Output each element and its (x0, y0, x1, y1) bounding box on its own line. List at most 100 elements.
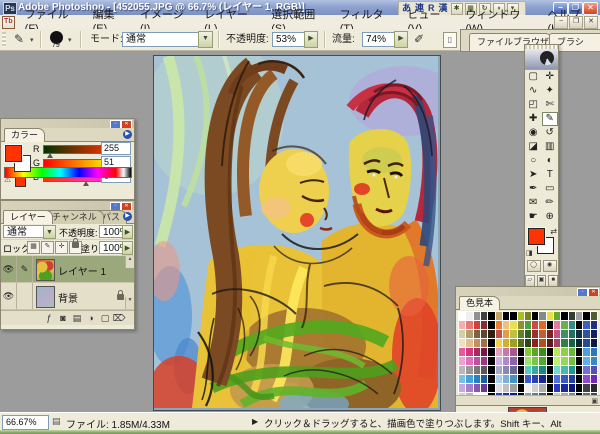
swatch-chip[interactable] (568, 366, 576, 374)
notes-tool[interactable]: ✉ (525, 196, 542, 210)
swatch-chip[interactable] (524, 339, 532, 347)
swatch-chip[interactable] (568, 321, 576, 329)
swatch-chip[interactable] (488, 330, 495, 338)
swatch-chip[interactable] (590, 384, 597, 392)
swatch-chip[interactable] (576, 375, 583, 383)
swatch-chip[interactable] (495, 384, 502, 392)
swatch-chip[interactable] (583, 366, 590, 374)
swatch-chip[interactable] (576, 330, 583, 338)
marquee-tool[interactable]: ▢ (525, 70, 542, 84)
swatch-chip[interactable] (539, 321, 546, 329)
swatch-chip[interactable] (473, 366, 480, 374)
zoom-level-input[interactable]: 66.67% (2, 415, 49, 430)
swatch-chip[interactable] (546, 321, 554, 329)
swatch-chip[interactable] (524, 330, 532, 338)
toolbox-foreground-swatch[interactable] (527, 227, 546, 246)
swatch-chip[interactable] (546, 312, 554, 320)
color-panel-titlebar[interactable]: ▫ ✕ (1, 119, 134, 129)
path-select-tool[interactable]: ➤ (525, 168, 542, 182)
swatch-chip[interactable] (532, 375, 539, 383)
layer-thumbnail[interactable] (36, 286, 55, 308)
swatch-chip[interactable] (561, 321, 568, 329)
brush-tool-dropdown-icon[interactable]: ▾ (30, 36, 34, 44)
swatch-chip[interactable] (546, 357, 554, 365)
status-doc-icon[interactable]: ▤ (52, 416, 61, 427)
swatch-chip[interactable] (488, 357, 495, 365)
swatch-chip[interactable] (480, 330, 488, 338)
swatch-chip[interactable] (517, 330, 524, 338)
swatch-chip[interactable] (554, 366, 561, 374)
swatch-chip[interactable] (502, 312, 510, 320)
brush-tool[interactable]: ✎ (541, 112, 558, 126)
color-panel-menu-icon[interactable]: ▶ (123, 130, 132, 139)
swatch-chip[interactable] (539, 339, 546, 347)
blend-mode-arrow-icon[interactable]: ▼ (198, 31, 213, 48)
flow-input[interactable]: 74% (362, 32, 397, 47)
hand-tool[interactable]: ☛ (525, 210, 542, 224)
swatch-chip[interactable] (546, 330, 554, 338)
adjustment-layer-icon[interactable]: ◑ (84, 311, 98, 325)
swatch-chip[interactable] (590, 366, 597, 374)
swatch-chip[interactable] (546, 384, 554, 392)
magic-wand-tool[interactable]: ✦ (542, 84, 559, 98)
swatch-chip[interactable] (459, 339, 466, 347)
swatch-chip[interactable] (459, 366, 466, 374)
file-size-info[interactable]: ファイル: 1.85M/4.33M (66, 416, 170, 431)
layer-scroll-down-icon[interactable]: ▼ (125, 297, 134, 309)
swatch-chip[interactable] (590, 357, 597, 365)
standard-mode-button[interactable]: ◯ (526, 260, 541, 272)
crop-tool[interactable]: ◰ (525, 98, 542, 112)
swatch-chip[interactable] (590, 330, 597, 338)
swatch-chip[interactable] (524, 375, 532, 383)
swatch-chip[interactable] (459, 357, 466, 365)
layer-link-icon[interactable] (17, 283, 33, 309)
swatch-chip[interactable] (466, 330, 473, 338)
swatch-chip[interactable] (546, 375, 554, 383)
swatch-chip[interactable] (554, 321, 561, 329)
swatch-chip[interactable] (510, 348, 517, 356)
options-grip[interactable] (2, 32, 6, 47)
swatch-chip[interactable] (532, 312, 539, 320)
swatch-chip[interactable] (554, 348, 561, 356)
swatch-chip[interactable] (466, 348, 473, 356)
swatch-chip[interactable] (466, 321, 473, 329)
dodge-tool[interactable]: ◐ (542, 154, 559, 168)
swatch-chip[interactable] (576, 312, 583, 320)
swatch-chip[interactable] (473, 357, 480, 365)
gradient-tool[interactable]: ▥ (542, 140, 559, 154)
layer-style-icon[interactable]: ƒ (42, 311, 56, 325)
swatch-chip[interactable] (568, 375, 576, 383)
brush-preset-dropdown-icon[interactable]: ▾ (68, 36, 72, 44)
swatch-chip[interactable] (583, 321, 590, 329)
swatch-chip[interactable] (473, 321, 480, 329)
swatch-chip[interactable] (524, 384, 532, 392)
swatch-chip[interactable] (480, 312, 488, 320)
opacity-slider-arrow-icon[interactable]: ▶ (304, 31, 318, 48)
swatch-chip[interactable] (583, 357, 590, 365)
lock-transparency-icon[interactable]: ▦ (27, 241, 40, 254)
swatch-chip[interactable] (561, 357, 568, 365)
swatch-chip[interactable] (576, 348, 583, 356)
swatch-chip[interactable] (473, 348, 480, 356)
foreground-swatch[interactable] (4, 144, 23, 163)
swatch-chip[interactable] (554, 384, 561, 392)
layer-row-0[interactable]: 👁 ✎ レイヤー 1 ▲ (1, 256, 134, 283)
swatch-chip[interactable] (576, 366, 583, 374)
layers-panel-titlebar[interactable]: ▫ ✕ (1, 201, 134, 211)
swatch-chip[interactable] (576, 321, 583, 329)
swatch-chip[interactable] (473, 384, 480, 392)
swatch-chip[interactable] (517, 384, 524, 392)
brush-tool-icon[interactable]: ✎ (14, 32, 24, 46)
swatch-chip[interactable] (561, 366, 568, 374)
blend-mode-select[interactable]: 通常 (122, 32, 201, 47)
swatch-chip[interactable] (561, 375, 568, 383)
swatch-chip[interactable] (473, 339, 480, 347)
swatch-chip[interactable] (517, 348, 524, 356)
swatch-chip[interactable] (459, 321, 466, 329)
lock-paint-icon[interactable]: ✎ (41, 241, 54, 254)
swatch-chip[interactable] (532, 339, 539, 347)
layer-scroll-up-icon[interactable]: ▲ (125, 256, 134, 268)
blur-tool[interactable]: ○ (525, 154, 542, 168)
swatch-chip[interactable] (583, 330, 590, 338)
slice-tool[interactable]: ✄ (542, 98, 559, 112)
